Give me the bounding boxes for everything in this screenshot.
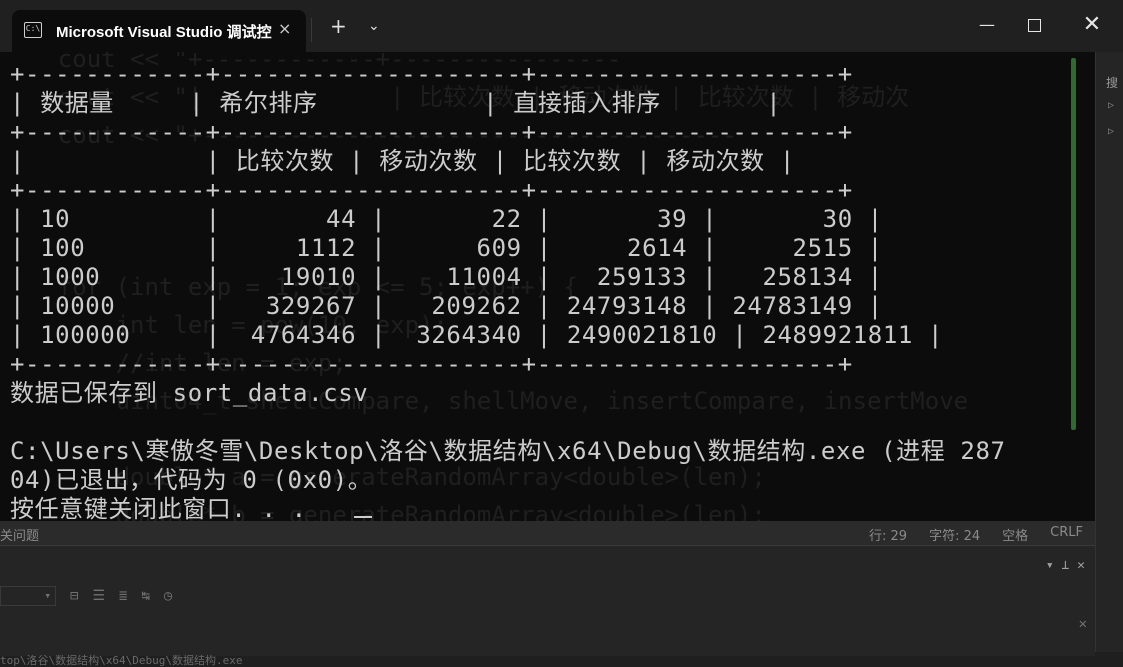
console-line: | | 比较次数 | 移动次数 | 比较次数 | 移动次数 | <box>10 147 795 175</box>
chevron-right-icon[interactable]: ▷ <box>1108 126 1114 137</box>
clock-icon[interactable]: ◷ <box>164 588 172 604</box>
console-line: | 数据量 | 希尔排序 | 直接插入排序 | <box>10 89 782 117</box>
maximize-button[interactable] <box>1011 0 1057 52</box>
ide-status-issues[interactable]: 关问题 <box>0 525 39 544</box>
ide-status-line[interactable]: 行: 29 <box>869 525 907 544</box>
terminal-icon: C:\ <box>24 22 42 38</box>
console-line: | 100 | 1112 | 609 | 2614 | 2515 | <box>10 234 883 262</box>
console-line: +------------+--------------------+-----… <box>10 60 853 88</box>
tab-title: Microsoft Visual Studio 调试控 <box>56 24 272 41</box>
chevron-down-icon[interactable]: ⌄ <box>368 18 380 34</box>
chevron-right-icon[interactable]: ▷ <box>1108 100 1114 111</box>
ide-output-panel: ▾ ⊥ ✕ ▾ ⊟ ☰ ≣ ↹ ◷ ✕ <box>0 545 1095 656</box>
wrap-icon[interactable]: ↹ <box>141 588 149 604</box>
console-line: | 1000 | 19010 | 11004 | 259133 | 258134… <box>10 263 883 291</box>
close-icon[interactable]: ✕ <box>1079 616 1087 632</box>
console-window: cout << "+------------+---------------- … <box>0 0 1095 521</box>
maximize-icon <box>1027 19 1041 32</box>
console-line: | 10000 | 329267 | 209262 | 24793148 | 2… <box>10 292 883 320</box>
ide-search-hint[interactable]: 搜 <box>1106 74 1118 91</box>
console-line: 按任意键关闭此窗口. . . <box>10 495 307 521</box>
ide-panel-controls[interactable]: ▾ ⊥ ✕ <box>1046 558 1085 573</box>
ide-output-source-dropdown[interactable]: ▾ <box>0 586 56 606</box>
console-line: | 100000 | 4764346 | 3264340 | 249002181… <box>10 321 944 349</box>
list-icon[interactable]: ≣ <box>119 588 127 604</box>
close-icon[interactable]: × <box>278 19 291 38</box>
console-line: C:\Users\寒傲冬雪\Desktop\洛谷\数据结构\x64\Debug\… <box>10 437 1006 465</box>
ide-panel-toolbar: ▾ ⊟ ☰ ≣ ↹ ◷ <box>0 584 172 608</box>
new-tab-button[interactable]: + <box>330 16 347 36</box>
ide-status-eol[interactable]: CRLF <box>1050 525 1083 544</box>
console-line: 数据已保存到 sort_data.csv <box>10 379 369 407</box>
console-output[interactable]: +------------+--------------------+-----… <box>10 60 1006 521</box>
title-bar: C:\ Microsoft Visual Studio 调试控 × + ⌄ — … <box>0 0 1123 52</box>
console-line: +------------+--------------------+-----… <box>10 350 853 378</box>
tab-divider <box>311 18 312 42</box>
tab-debug-console[interactable]: C:\ Microsoft Visual Studio 调试控 × <box>12 10 306 52</box>
console-line: 04)已退出，代码为 0 (0x0)。 <box>10 466 373 494</box>
console-line: +------------+--------------------+-----… <box>10 118 853 146</box>
ide-path-text: top\洛谷\数据结构\x64\Debug\数据结构.exe <box>0 654 243 667</box>
clear-icon[interactable]: ⊟ <box>70 588 78 604</box>
ide-right-strip: 搜 ▷ ▷ <box>1095 52 1123 652</box>
text-cursor <box>354 516 372 518</box>
close-window-button[interactable]: ✕ <box>1069 0 1115 52</box>
ide-status-col[interactable]: 字符: 24 <box>929 525 980 544</box>
minimize-button[interactable]: — <box>964 0 1010 52</box>
ide-status-space[interactable]: 空格 <box>1002 525 1028 544</box>
console-line: +------------+--------------------+-----… <box>10 176 853 204</box>
indent-icon[interactable]: ☰ <box>92 588 105 604</box>
console-line: | 10 | 44 | 22 | 39 | 30 | <box>10 205 883 233</box>
scrollbar-thumb[interactable] <box>1071 58 1076 430</box>
ide-status-bar: 关问题 行: 29 字符: 24 空格 CRLF <box>0 521 1095 545</box>
